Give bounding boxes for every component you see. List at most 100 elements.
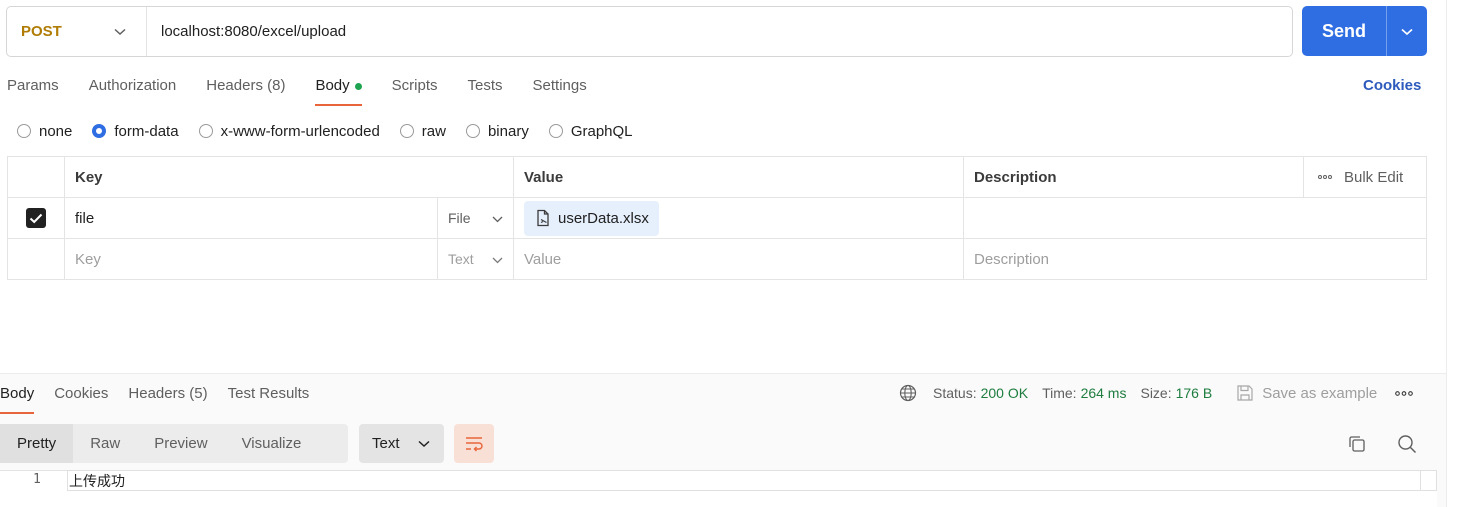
response-tab-headers[interactable]: Headers (5) [128,383,207,414]
tab-tests[interactable]: Tests [468,74,503,106]
chevron-down-icon [418,440,430,448]
new-key-input[interactable]: Key [65,239,438,279]
time-value[interactable]: 264 ms [1081,385,1127,401]
panel-divider [1446,0,1447,507]
response-tabs: Body Cookies Headers (5) Test Results [0,383,329,414]
body-type-urlencoded[interactable]: x-www-form-urlencoded [198,122,380,140]
row-check-cell [8,239,65,279]
header-key: Key [65,157,514,197]
file-icon [534,209,552,227]
send-button-group: Send [1302,6,1427,56]
tab-authorization[interactable]: Authorization [89,74,177,106]
table-row-empty: Key Text Value Description [8,239,1426,280]
view-pretty[interactable]: Pretty [0,424,74,463]
body-type-none-label: none [39,122,73,140]
row-check-cell [8,198,65,238]
time-label: Time: [1042,385,1077,401]
body-type-graphql[interactable]: GraphQL [548,122,633,140]
status-value[interactable]: 200 OK [981,385,1028,401]
chevron-down-icon [114,23,126,40]
view-preview[interactable]: Preview [137,424,224,463]
response-format-label: Text [372,435,400,452]
body-type-urlencoded-label: x-www-form-urlencoded [220,122,380,140]
wrap-lines-button[interactable] [454,424,494,463]
view-raw[interactable]: Raw [73,424,137,463]
chevron-down-icon [492,210,503,226]
header-value: Value [514,157,964,197]
response-view-tabs: Pretty Raw Preview Visualize [0,424,348,463]
method-select[interactable]: POST [7,7,147,56]
new-type-label: Text [448,251,474,267]
response-tab-body[interactable]: Body [0,383,35,414]
file-name: userData.xlsx [558,209,649,227]
body-type-form-data[interactable]: form-data [92,122,179,140]
view-visualize[interactable]: Visualize [225,424,319,463]
header-description: Description [964,157,1304,197]
send-options-button[interactable] [1387,6,1427,56]
request-tabs: Params Authorization Headers (8) Body Sc… [7,74,617,106]
size-label: Size: [1140,385,1172,401]
row-enabled-checkbox[interactable] [26,208,46,228]
chevron-down-icon [492,251,503,267]
send-button[interactable]: Send [1302,6,1387,56]
new-description-input[interactable]: Description [964,239,1426,279]
table-header-row: Key Value Description Bulk Edit [8,157,1426,198]
editor-scrollbar[interactable] [1420,470,1437,491]
response-format-select[interactable]: Text [359,424,444,463]
body-type-options: none form-data x-www-form-urlencoded raw… [17,120,653,142]
radio-urlencoded[interactable] [198,124,213,138]
wrap-lines-icon [466,436,483,451]
save-icon [1237,385,1253,401]
save-as-example-button[interactable]: Save as example [1236,384,1377,402]
row-type-label: File [448,210,471,226]
url-bar: POST localhost:8080/excel/upload [6,6,1293,57]
response-meta: Status: 200 OK Time: 264 ms Size: 176 B … [899,383,1414,403]
bulk-edit-label: Bulk Edit [1344,168,1404,186]
status-label: Status: [933,385,977,401]
tab-body-label: Body [315,77,350,94]
response-body-line[interactable]: 上传成功 [67,470,1421,491]
row-key-input[interactable]: file [65,198,438,238]
tab-headers[interactable]: Headers (8) [206,74,285,106]
body-type-graphql-label: GraphQL [570,122,633,140]
row-type-select[interactable]: File [438,198,514,238]
radio-none[interactable] [17,124,31,138]
url-input[interactable]: localhost:8080/excel/upload [147,23,346,40]
tab-params[interactable]: Params [7,74,59,106]
cookies-link[interactable]: Cookies [1363,77,1421,94]
radio-raw[interactable] [399,124,414,138]
globe-icon[interactable] [899,384,917,402]
radio-form-data[interactable] [92,124,107,138]
file-chip[interactable]: userData.xlsx [524,200,659,236]
check-icon [29,213,43,223]
header-check-cell [8,157,65,197]
body-type-none[interactable]: none [17,123,72,140]
response-tab-cookies[interactable]: Cookies [54,383,108,414]
bulk-edit-button[interactable]: Bulk Edit [1304,157,1426,197]
tab-body[interactable]: Body [315,74,362,106]
tab-settings[interactable]: Settings [533,74,587,106]
radio-binary[interactable] [465,124,480,138]
body-type-raw[interactable]: raw [399,122,446,140]
more-horizontal-icon[interactable] [1395,390,1414,396]
body-type-raw-label: raw [421,122,446,140]
tab-scripts[interactable]: Scripts [392,74,438,106]
save-as-example-label: Save as example [1262,384,1378,402]
body-type-binary[interactable]: binary [465,122,529,140]
body-indicator-dot [354,83,362,90]
copy-icon[interactable] [1345,432,1369,456]
body-type-binary-label: binary [487,122,529,140]
row-description-input[interactable] [964,198,1426,238]
body-type-form-data-label: form-data [114,122,179,140]
size-value[interactable]: 176 B [1176,385,1213,401]
method-label: POST [21,23,62,40]
row-value-cell[interactable]: userData.xlsx [514,198,964,238]
radio-graphql[interactable] [548,124,563,138]
line-number: 1 [33,472,41,487]
new-type-select[interactable]: Text [438,239,514,279]
more-horizontal-icon [1318,175,1332,179]
search-icon[interactable] [1395,432,1419,456]
chevron-down-icon [1401,23,1413,40]
new-value-input[interactable]: Value [514,239,964,279]
response-tab-test-results[interactable]: Test Results [228,383,310,414]
